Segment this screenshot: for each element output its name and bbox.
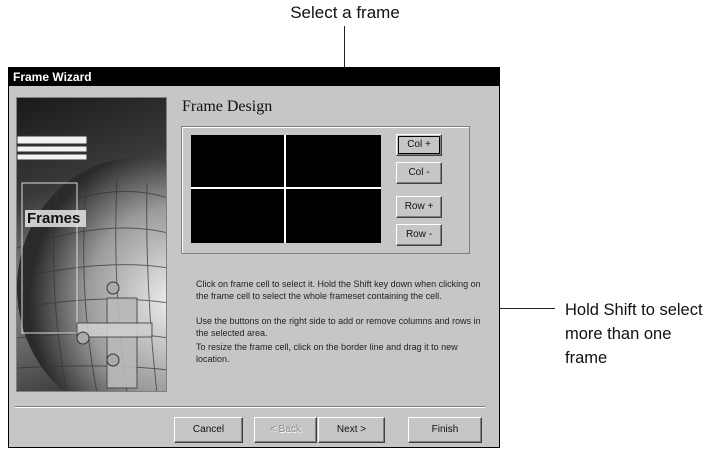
cancel-button[interactable]: Cancel xyxy=(174,417,243,443)
callout-hold-shift-line2: more than one frame xyxy=(565,325,672,367)
frame-cell[interactable] xyxy=(286,135,381,187)
col-remove-button[interactable]: Col - xyxy=(396,162,442,184)
help-text-buttons: Use the buttons on the right side to add… xyxy=(196,316,481,338)
section-heading: Frame Design xyxy=(182,98,273,115)
callout-select-frame: Select a frame xyxy=(290,3,400,22)
footer-separator xyxy=(15,406,485,408)
finish-button[interactable]: Finish xyxy=(408,417,482,443)
back-button[interactable]: < Back xyxy=(254,417,317,443)
callout-hold-shift: Hold Shift to select more than one frame xyxy=(565,298,717,370)
help-text-select: Click on frame cell to select it. Hold t… xyxy=(196,279,481,301)
dialog-title: Frame Wizard xyxy=(9,68,499,86)
help-text-resize: To resize the frame cell, click on the b… xyxy=(196,342,458,364)
callout-hold-shift-line1: Hold Shift to select xyxy=(565,301,703,319)
frame-cell[interactable] xyxy=(286,189,381,243)
frame-preview-grid[interactable] xyxy=(191,135,381,243)
frame-cell[interactable] xyxy=(191,135,284,187)
row-add-button[interactable]: Row + xyxy=(396,196,442,218)
wizard-illustration: Frames xyxy=(16,97,167,392)
globe-illustration-icon xyxy=(17,135,166,391)
row-remove-button[interactable]: Row - xyxy=(396,224,442,246)
art-frames-label: Frames xyxy=(25,210,87,227)
next-button[interactable]: Next > xyxy=(318,417,385,443)
col-add-button[interactable]: Col + xyxy=(396,134,442,156)
frame-cell[interactable] xyxy=(191,189,284,243)
